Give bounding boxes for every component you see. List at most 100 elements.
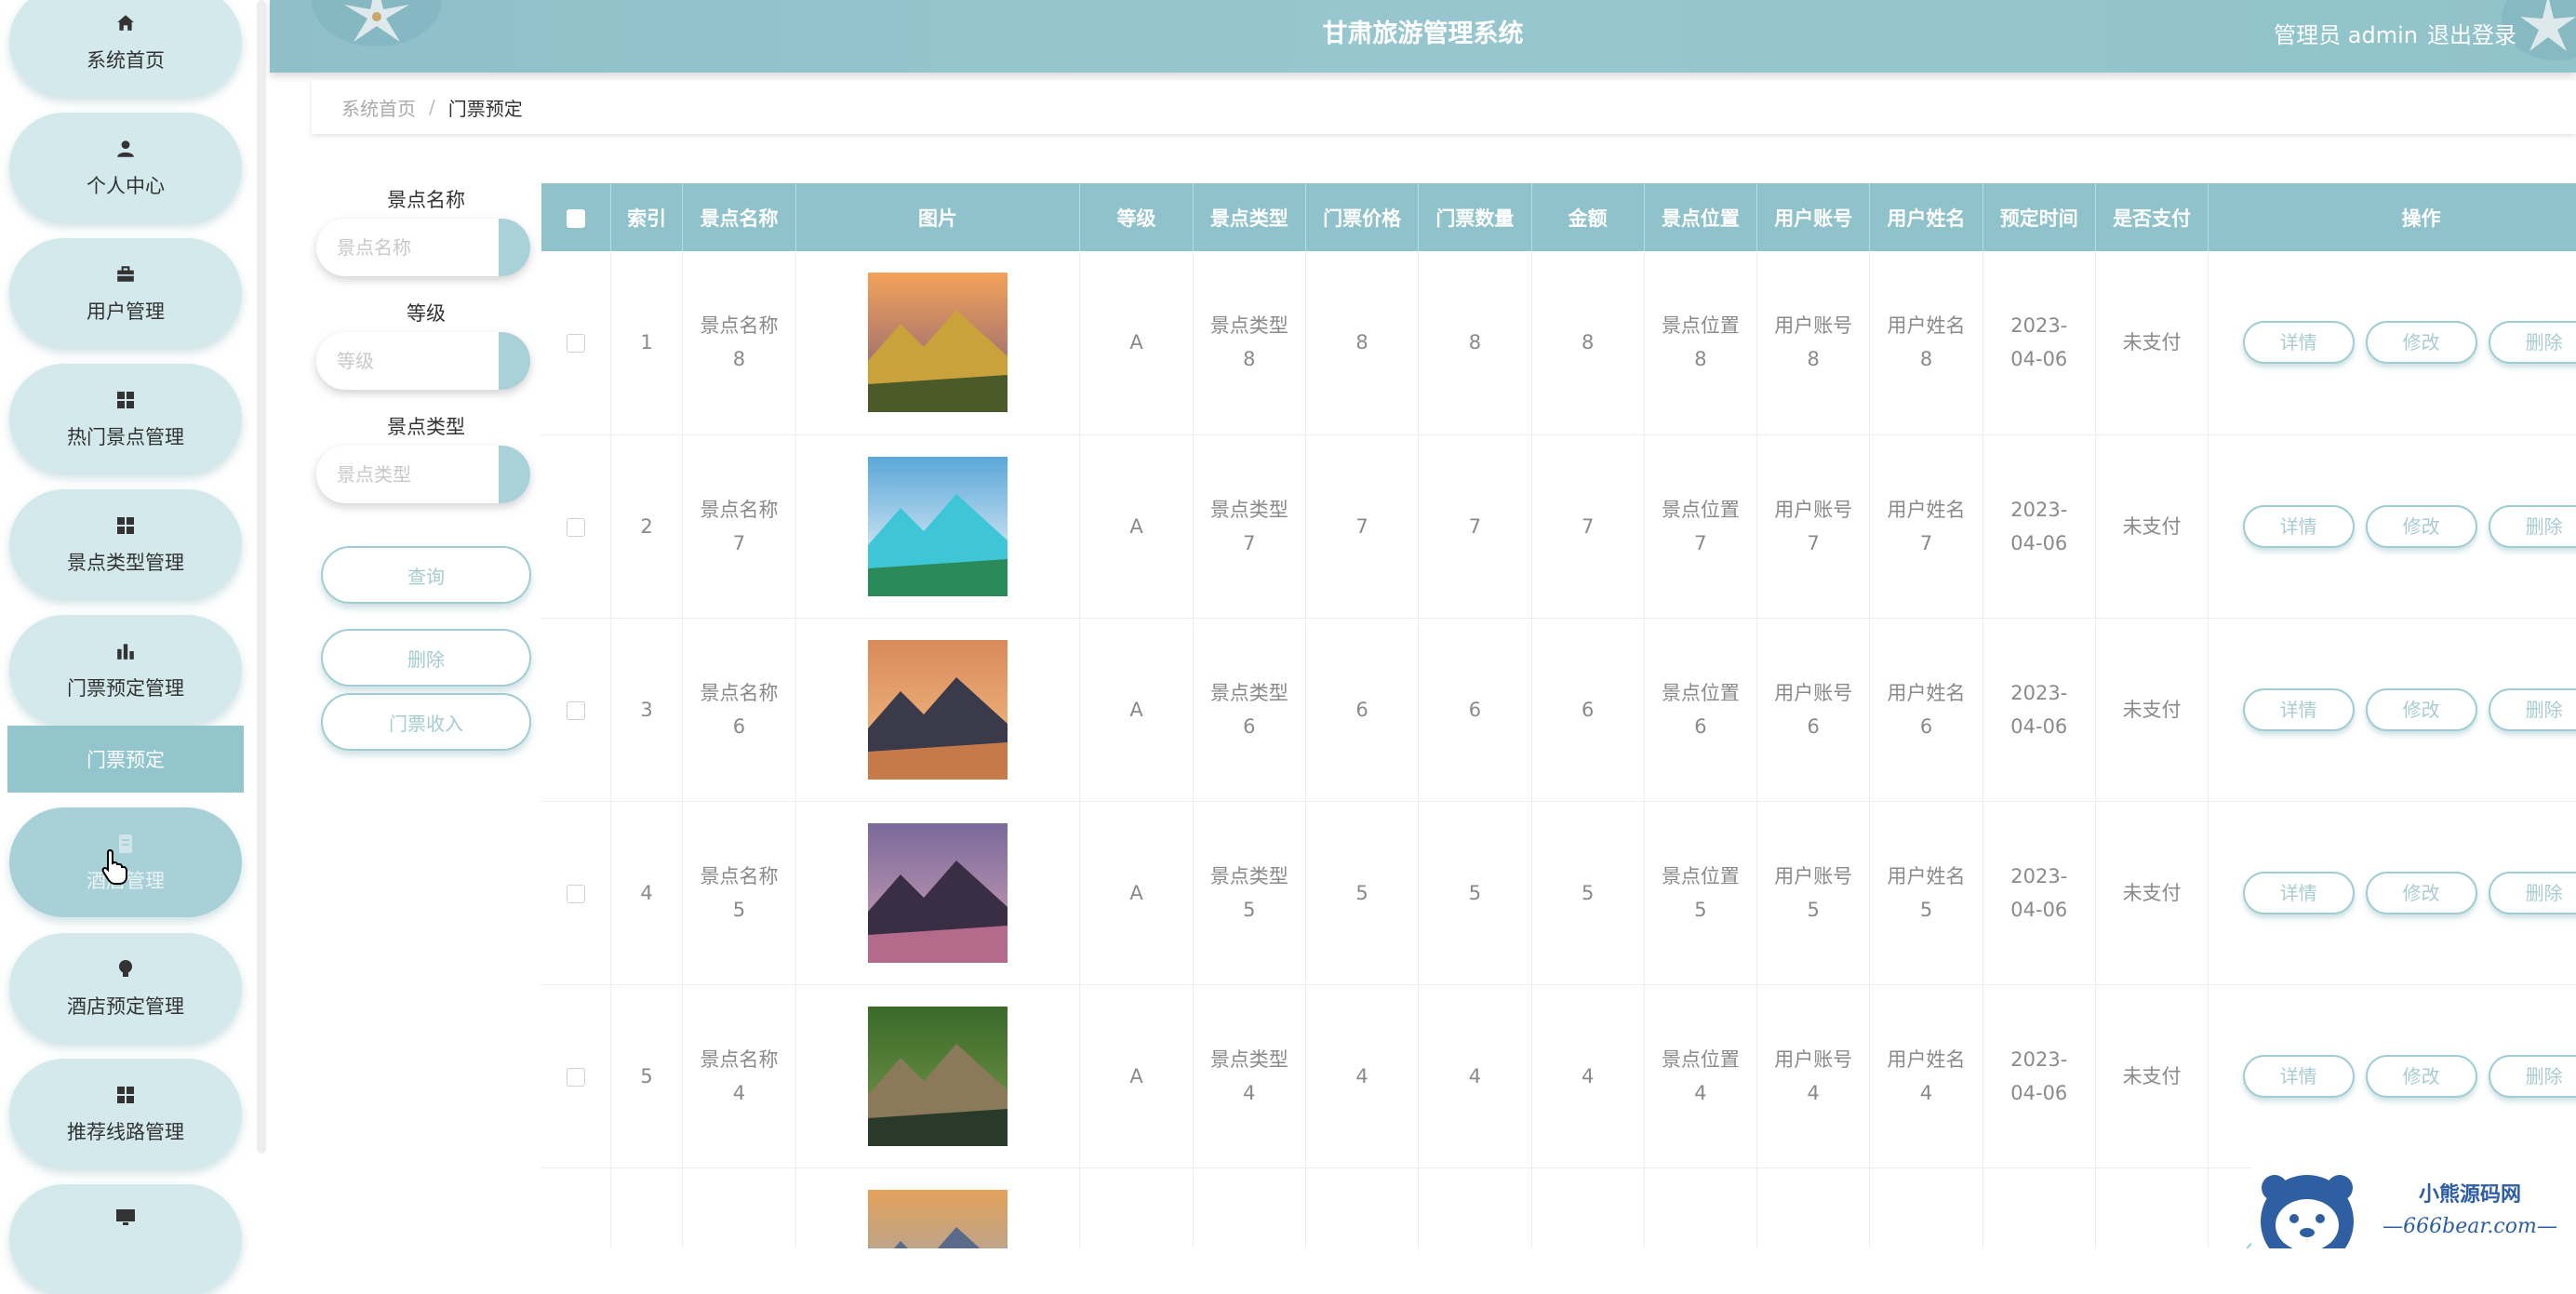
sidebar-item-personal-center[interactable]: 个人中心 [9, 113, 242, 222]
column-header[interactable]: 索引 [610, 183, 684, 251]
ticket-income-button[interactable]: 门票收入 [321, 693, 531, 751]
cell-price [1305, 1167, 1420, 1248]
column-header[interactable]: 金额 [1531, 183, 1645, 251]
top-header: 甘肃旅游管理系统 管理员 admin 退出登录 [270, 0, 2576, 73]
logout-link[interactable]: 退出登录 [2427, 17, 2576, 49]
edit-button[interactable]: 修改 [2365, 871, 2477, 914]
spot-thumbnail[interactable] [868, 1006, 1008, 1146]
search-label-level: 等级 [407, 302, 446, 325]
row-checkbox[interactable] [566, 700, 585, 720]
sidebar-scrollbar[interactable] [257, 0, 266, 1154]
cell-type: 景点类型4 [1193, 984, 1306, 1168]
column-header[interactable]: 是否支付 [2095, 183, 2209, 251]
table-row[interactable]: 5 景点名称4 A 景点类型4 4 4 4 景点位置4 用户账号4 用户姓名4 2023-04-06… [541, 984, 2576, 1168]
row-checkbox[interactable] [566, 884, 585, 903]
sidebar: 系统首页 个人中心 用户管理 热门景点管理 景点类型管理 门票预定管理 门票预定 [0, 0, 270, 1294]
detail-button[interactable]: 详情 [2242, 687, 2355, 731]
column-header[interactable]: 门票价格 [1305, 183, 1420, 251]
cell-index: 1 [610, 251, 684, 435]
delete-button[interactable]: 删除 [2488, 321, 2576, 365]
sidebar-item-label: 门票预定管理 [67, 677, 184, 700]
detail-button[interactable]: 详情 [2242, 871, 2355, 914]
watermark-brand: 小熊源码网 [2419, 1182, 2521, 1207]
cell-qty: 5 [1418, 801, 1532, 985]
edit-button[interactable]: 修改 [2365, 504, 2477, 548]
home-icon [113, 10, 139, 36]
column-header: 操作 [2208, 183, 2576, 251]
delete-button[interactable]: 删除 [2488, 504, 2576, 548]
cell-username: 用户姓名7 [1869, 434, 1983, 619]
table-row[interactable]: 1 景点名称8 A 景点类型8 8 8 8 景点位置8 用户账号8 用户姓名8 2023-04-06… [541, 251, 2576, 435]
edit-button[interactable]: 修改 [2365, 1054, 2477, 1098]
spot-thumbnail[interactable] [868, 1189, 1008, 1249]
cell-name: 景点名称 [682, 1167, 796, 1248]
sidebar-item-recommended-routes[interactable]: 推荐线路管理 [9, 1059, 242, 1168]
cell-index: 2 [610, 434, 684, 619]
row-checkbox[interactable] [566, 334, 585, 354]
column-header[interactable]: 景点名称 [682, 183, 796, 251]
delete-button[interactable]: 删除 [2488, 1054, 2576, 1098]
column-header[interactable]: 图片 [795, 183, 1081, 251]
spot-thumbnail[interactable] [868, 456, 1008, 596]
sidebar-item-hotel-booking[interactable]: 酒店预定管理 [9, 933, 242, 1043]
search-label-spot-name: 景点名称 [387, 189, 465, 211]
row-checkbox[interactable] [566, 517, 585, 537]
table-row[interactable]: 4 景点名称5 A 景点类型5 5 5 5 景点位置5 用户账号5 用户姓名5 2023-04-06… [541, 801, 2576, 985]
sidebar-item-user-management[interactable]: 用户管理 [9, 238, 242, 348]
sidebar-item-hot-spots[interactable]: 热门景点管理 [9, 364, 242, 474]
edit-button[interactable]: 修改 [2365, 321, 2477, 365]
row-checkbox[interactable] [566, 1067, 585, 1087]
select-all-checkbox[interactable] [566, 208, 585, 228]
batch-delete-button[interactable]: 删除 [321, 629, 531, 687]
bar-chart-icon [113, 638, 139, 664]
cell-paid [2095, 1167, 2209, 1248]
sidebar-item-more[interactable] [9, 1184, 242, 1294]
column-header[interactable]: 预定时间 [1982, 183, 2096, 251]
sidebar-item-label: 个人中心 [87, 175, 165, 197]
spot-type-field [316, 446, 530, 503]
column-header[interactable]: 门票数量 [1418, 183, 1532, 251]
column-header[interactable]: 景点类型 [1193, 183, 1306, 251]
detail-button[interactable]: 详情 [2242, 321, 2355, 365]
sidebar-subitem-label: 门票预定 [87, 749, 165, 771]
sidebar-item-ticket-booking[interactable]: 门票预定管理 [9, 615, 242, 725]
cell-location: 景点位置8 [1644, 251, 1758, 435]
cell-qty: 6 [1418, 618, 1532, 802]
level-field [316, 332, 530, 390]
detail-button[interactable]: 详情 [2242, 504, 2355, 548]
sidebar-subitem-ticket-booking[interactable]: 门票预定 [7, 726, 244, 793]
cell-level: A [1079, 984, 1194, 1168]
cell-name: 景点名称8 [682, 251, 796, 435]
delete-button[interactable]: 删除 [2488, 687, 2576, 731]
cell-account: 用户账号 [1756, 1167, 1871, 1248]
cell-amount: 4 [1531, 984, 1645, 1168]
breadcrumb-home-link[interactable]: 系统首页 [341, 94, 416, 121]
delete-button[interactable]: 删除 [2488, 871, 2576, 914]
column-header[interactable]: 用户账号 [1756, 183, 1871, 251]
sidebar-item-home[interactable]: 系统首页 [9, 0, 242, 97]
table-row[interactable]: 3 景点名称6 A 景点类型6 6 6 6 景点位置6 用户账号6 用户姓名6 2023-04-06… [541, 618, 2576, 802]
spot-thumbnail[interactable] [868, 822, 1008, 963]
cell-level: A [1079, 801, 1194, 985]
spot-thumbnail[interactable] [868, 639, 1008, 780]
select-all-cell [541, 183, 611, 251]
spot-thumbnail[interactable] [868, 273, 1008, 413]
sidebar-item-label: 热门景点管理 [67, 426, 184, 448]
column-header[interactable]: 用户姓名 [1869, 183, 1983, 251]
cell-price: 5 [1305, 801, 1420, 985]
edit-button[interactable]: 修改 [2365, 687, 2477, 731]
detail-button[interactable]: 详情 [2242, 1054, 2355, 1098]
query-button[interactable]: 查询 [321, 546, 531, 604]
cell-time: 2023-04-06 [1982, 251, 2096, 435]
table-body: 1 景点名称8 A 景点类型8 8 8 8 景点位置8 用户账号8 用户姓名8 2023-04-06… [541, 251, 2576, 1248]
column-header[interactable]: 景点位置 [1644, 183, 1758, 251]
sidebar-item-label: 酒店预定管理 [67, 995, 184, 1018]
cell-qty: 8 [1418, 251, 1532, 435]
image-cell [795, 984, 1081, 1168]
sidebar-item-spot-types[interactable]: 景点类型管理 [9, 489, 242, 599]
column-header[interactable]: 等级 [1079, 183, 1194, 251]
search-panel: 景点名称 等级 景点类型 查询 删除 门票收入 [316, 181, 531, 751]
row-select-cell [541, 251, 611, 435]
table-row[interactable]: 2 景点名称7 A 景点类型7 7 7 7 景点位置7 用户账号7 用户姓名7 2023-04-06… [541, 434, 2576, 619]
cell-name: 景点名称5 [682, 801, 796, 985]
